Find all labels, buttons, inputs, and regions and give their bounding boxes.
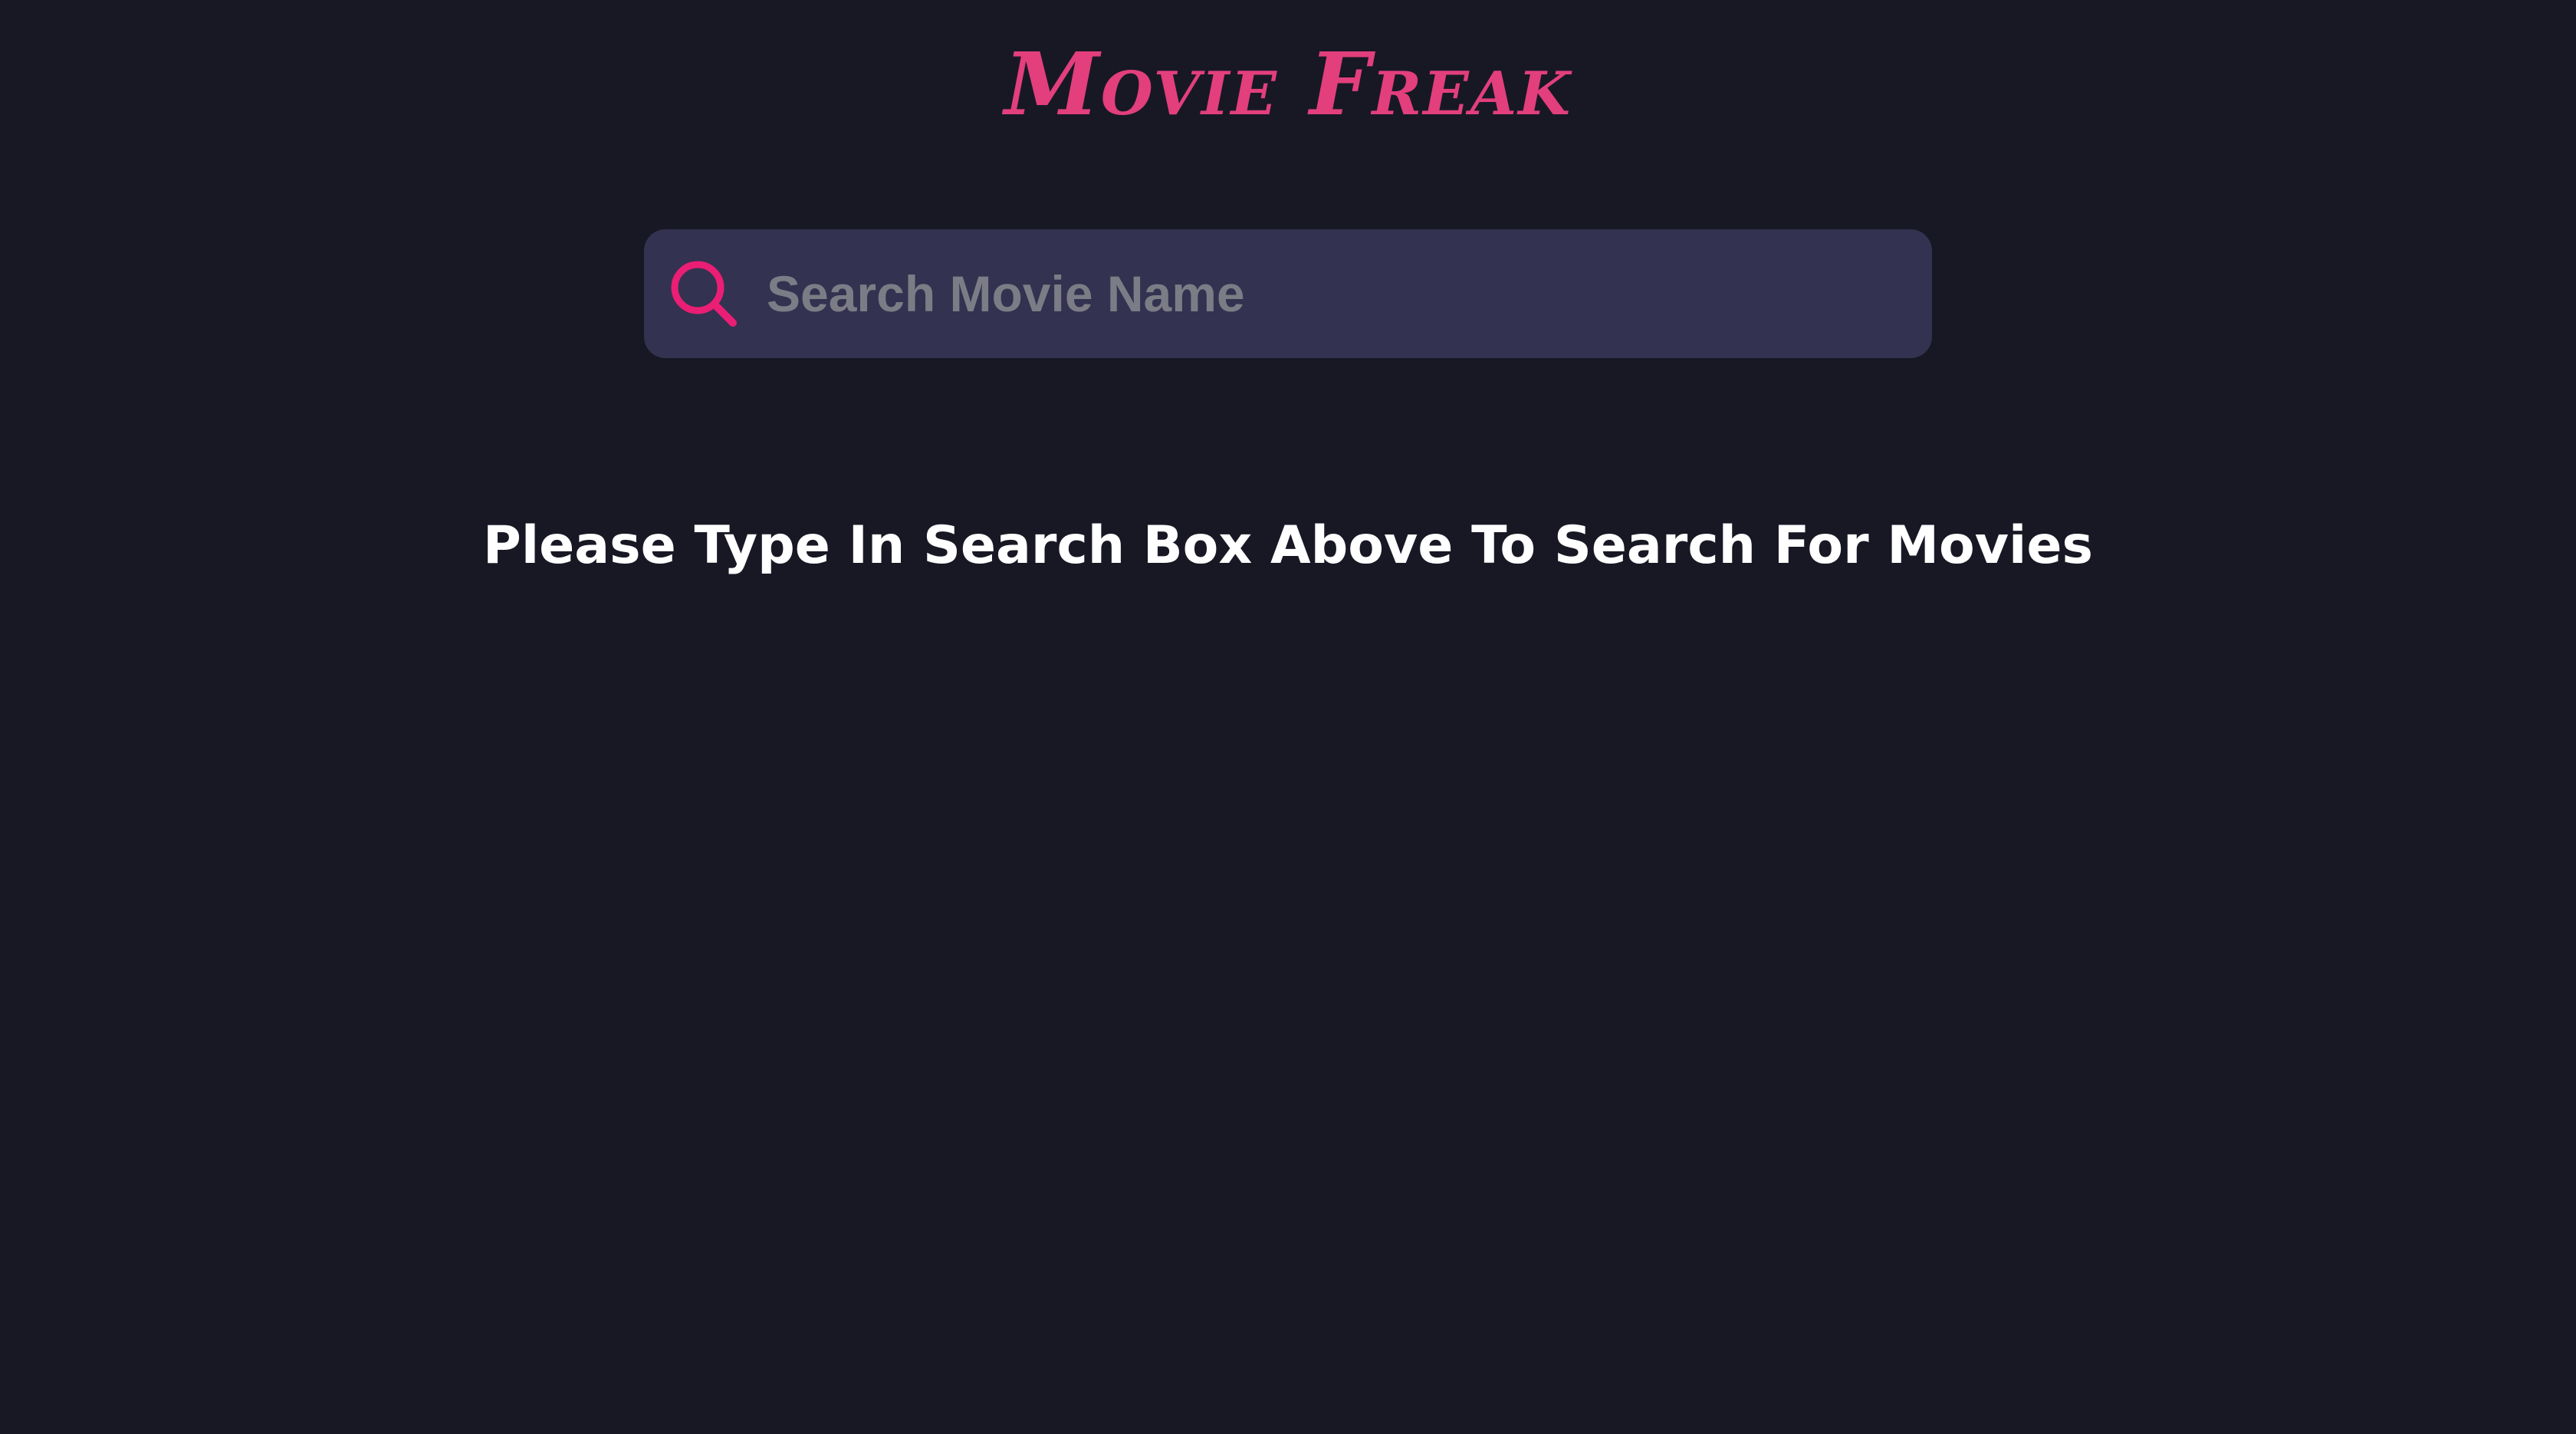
search-input[interactable]	[767, 229, 1901, 358]
search-icon[interactable]	[669, 258, 739, 329]
app-logo: Movie Freak	[1004, 35, 1572, 135]
search-bar	[644, 229, 1932, 358]
empty-state-message: Please Type In Search Box Above To Searc…	[483, 515, 2093, 576]
